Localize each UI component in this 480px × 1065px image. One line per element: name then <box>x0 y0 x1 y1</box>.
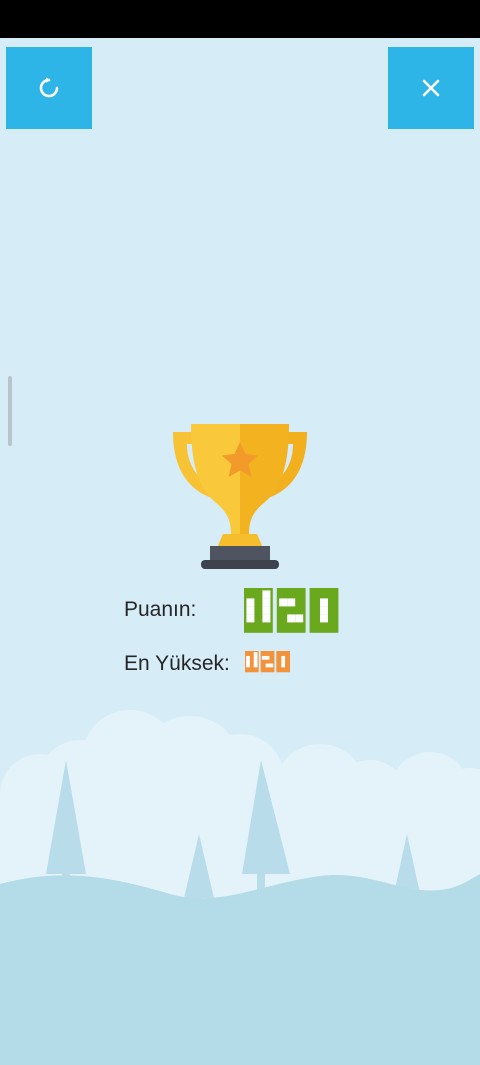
landscape-background <box>0 710 480 1065</box>
score-digit <box>276 588 306 633</box>
trophy-icon <box>173 424 307 569</box>
high-score-digit <box>245 651 259 673</box>
score-digit <box>244 588 273 633</box>
restart-button[interactable] <box>6 47 92 129</box>
high-score-value <box>245 651 297 678</box>
game-over-screen: Puanın: En Yüksek: <box>0 38 480 1065</box>
high-score-row: En Yüksek: <box>124 651 384 682</box>
score-value <box>244 588 352 645</box>
score-digit <box>309 588 339 633</box>
status-bar <box>0 0 480 38</box>
restart-icon <box>39 77 59 98</box>
close-button[interactable] <box>388 47 474 129</box>
score-row: Puanın: <box>124 588 364 634</box>
edge-handle[interactable] <box>8 376 12 446</box>
close-icon <box>422 79 440 97</box>
score-label: Puanın: <box>124 598 197 621</box>
high-score-label: En Yüksek: <box>124 652 230 675</box>
high-score-digit <box>276 651 291 673</box>
high-score-digit <box>260 651 275 673</box>
